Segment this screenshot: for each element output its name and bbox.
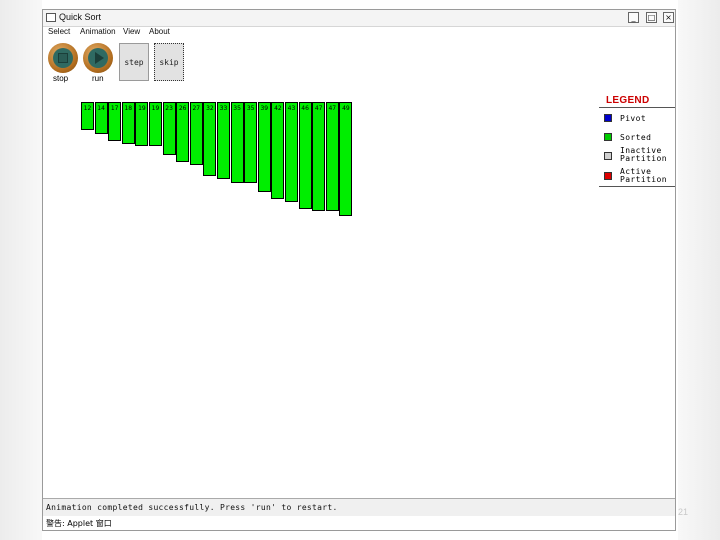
sort-bar: 46 xyxy=(298,102,312,209)
step-button[interactable]: step xyxy=(119,43,149,81)
sort-bar: 43 xyxy=(285,102,298,202)
sort-bar: 12 xyxy=(81,102,94,130)
stop-icon-bg xyxy=(53,48,73,68)
maximize-button[interactable]: □ xyxy=(646,12,657,23)
sort-bar: 35 xyxy=(230,102,244,183)
legend-swatch-pivot xyxy=(604,114,612,122)
legend-divider-bottom xyxy=(599,186,675,187)
skip-button[interactable]: skip xyxy=(154,43,184,81)
close-button[interactable]: × xyxy=(663,12,674,23)
sort-bar: 23 xyxy=(162,102,176,155)
legend-swatch-active xyxy=(604,172,612,180)
legend-label-pivot: Pivot xyxy=(620,114,647,123)
sort-bar: 19 xyxy=(135,102,149,146)
app-window: Quick Sort _ □ × Select Animation View A… xyxy=(42,9,676,531)
minimize-button[interactable]: _ xyxy=(628,12,639,23)
sort-bar: 47 xyxy=(325,102,339,211)
play-icon xyxy=(95,52,104,64)
legend-label-inactive: Inactive Partition xyxy=(620,146,667,163)
app-window-icon xyxy=(46,13,56,22)
slide-page-number: 21 xyxy=(678,507,689,517)
applet-warning-text: 警告: Applet 窗口 xyxy=(46,519,112,528)
menu-view[interactable]: View xyxy=(123,27,140,36)
legend-label-sorted: Sorted xyxy=(620,133,652,142)
title-bar: Quick Sort _ □ × xyxy=(43,10,675,27)
stop-button-label: stop xyxy=(53,74,69,83)
sort-bar: 26 xyxy=(176,102,190,162)
sort-bar: 39 xyxy=(257,102,271,192)
menu-about[interactable]: About xyxy=(149,27,170,36)
stop-button[interactable] xyxy=(48,43,78,73)
run-icon-bg xyxy=(88,48,108,68)
stop-icon xyxy=(58,53,68,63)
legend-swatch-sorted xyxy=(604,133,612,141)
legend-divider-top xyxy=(599,107,675,108)
legend-swatch-inactive xyxy=(604,152,612,160)
slide-shadow-right xyxy=(678,0,720,540)
sort-bar: 42 xyxy=(271,102,285,199)
menu-bar: Select Animation View About xyxy=(43,27,675,39)
menu-animation[interactable]: Animation xyxy=(80,27,116,36)
sort-bar: 49 xyxy=(339,102,353,216)
applet-warning-bar: 警告: Applet 窗口 xyxy=(43,516,675,530)
sort-bar: 35 xyxy=(244,102,258,183)
legend-title: LEGEND xyxy=(606,95,650,106)
status-message: Animation completed successfully. Press … xyxy=(46,503,338,512)
sort-bar: 33 xyxy=(217,102,230,179)
sort-bar: 27 xyxy=(189,102,203,165)
menu-select[interactable]: Select xyxy=(48,27,70,36)
window-title: Quick Sort xyxy=(59,12,102,22)
run-button[interactable] xyxy=(83,43,113,73)
sort-bar: 14 xyxy=(94,102,108,134)
sort-bar: 47 xyxy=(312,102,326,211)
legend-label-active: Active Partition xyxy=(620,167,667,184)
sort-bar: 19 xyxy=(149,102,162,146)
sort-bar: 32 xyxy=(203,102,217,176)
run-button-label: run xyxy=(92,74,104,83)
status-bar: Animation completed successfully. Press … xyxy=(43,498,675,517)
sort-bar: 18 xyxy=(121,102,135,144)
sort-bar: 17 xyxy=(108,102,122,141)
slide-shadow-left xyxy=(0,0,42,540)
